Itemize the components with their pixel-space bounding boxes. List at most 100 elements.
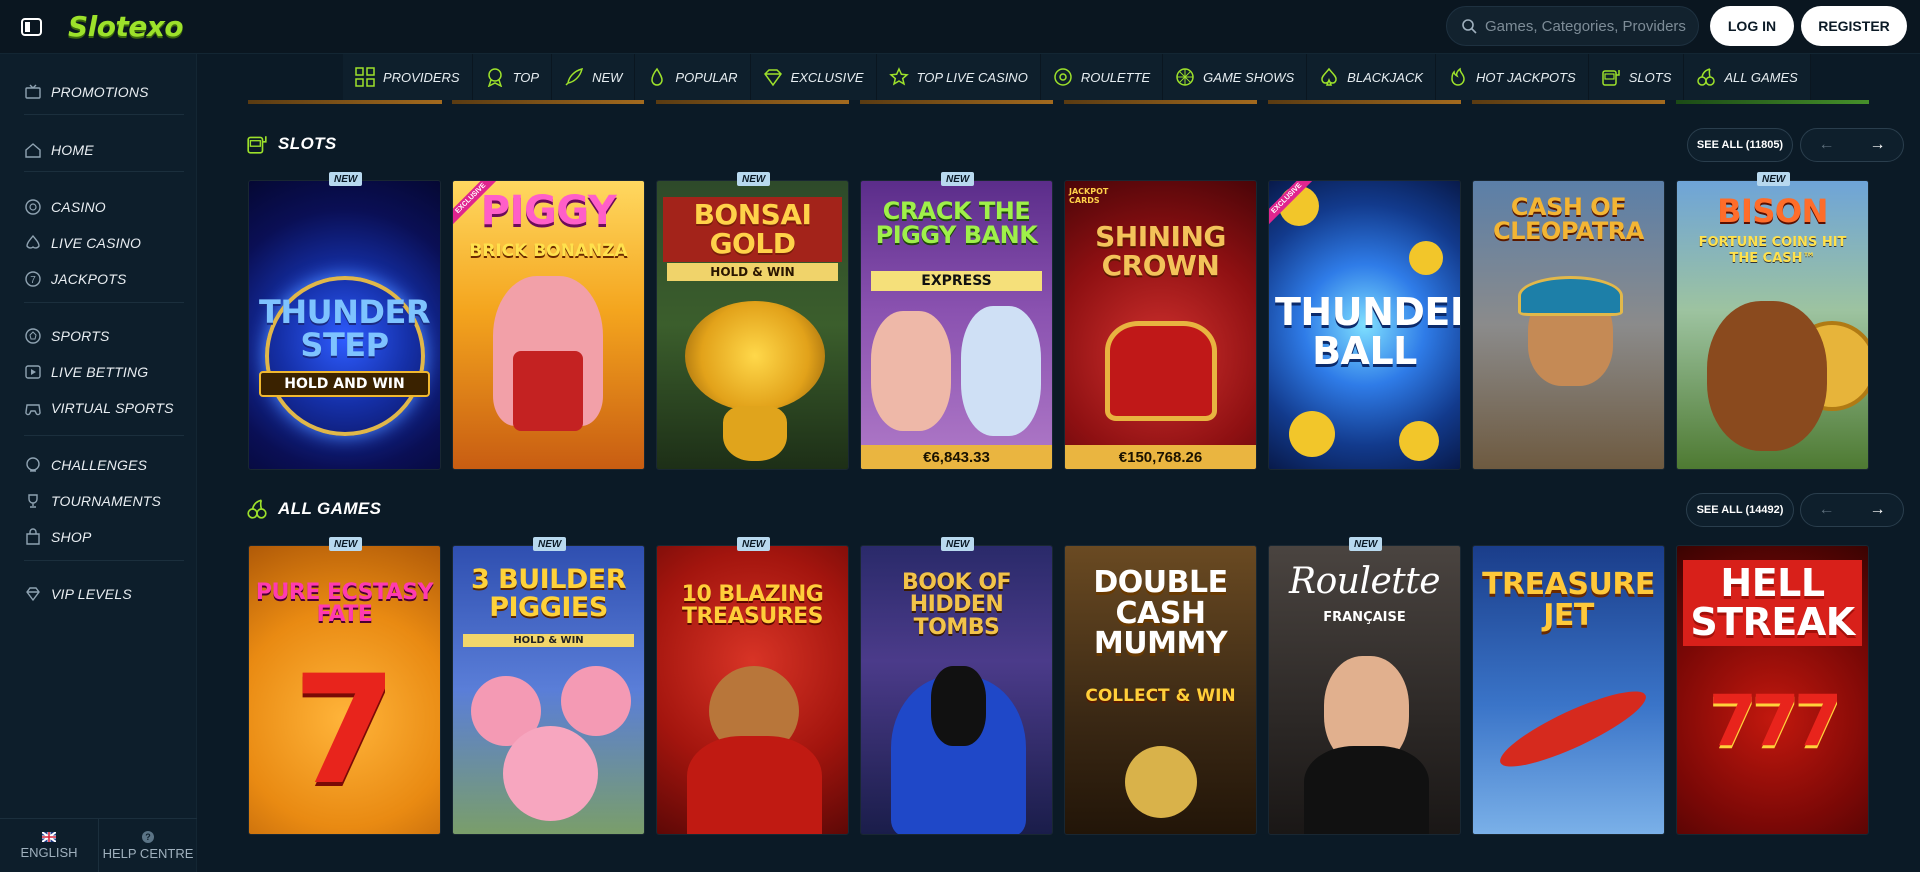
game-tile-pure-ecstasy-fate[interactable]: 7 PURE ECSTASY FATE bbox=[248, 545, 441, 835]
arrow-left-icon[interactable]: ← bbox=[1801, 494, 1852, 526]
game-tile-book-of-hidden-tombs[interactable]: BOOK OF HIDDEN TOMBS bbox=[860, 545, 1053, 835]
game-tile-cash-of-cleopatra[interactable]: CASH OF CLEOPATRA bbox=[1472, 180, 1665, 470]
search-input[interactable] bbox=[1485, 17, 1695, 35]
sidebar-item-label: PROMOTIONS bbox=[51, 84, 149, 100]
sidebar-item-label: SPORTS bbox=[51, 328, 110, 344]
new-badge: NEW bbox=[1349, 537, 1383, 551]
language-selector[interactable]: ENGLISH bbox=[0, 819, 98, 872]
sidebar-item-label: LIVE BETTING bbox=[51, 364, 149, 380]
game-tile-thunder-ball[interactable]: THUNDER BALL EXCLUSIVE bbox=[1268, 180, 1461, 470]
game-title: SHINING CROWN bbox=[1095, 220, 1226, 282]
game-tile-treasure-jet[interactable]: TREASURE JET bbox=[1472, 545, 1665, 835]
tab-game-shows[interactable]: GAME SHOWS bbox=[1163, 54, 1308, 100]
shop-icon bbox=[26, 528, 40, 545]
tab-exclusive[interactable]: EXCLUSIVE bbox=[751, 54, 877, 100]
game-title: DOUBLE CASH MUMMY bbox=[1093, 565, 1228, 662]
game-tile-piggy[interactable]: PIGGY BRICK BONANZA EXCLUSIVE bbox=[452, 180, 645, 470]
game-tile-3-builder-piggies[interactable]: 3 BUILDER PIGGIES HOLD & WIN bbox=[452, 545, 645, 835]
live-casino-icon bbox=[26, 234, 40, 249]
divider bbox=[24, 114, 184, 115]
search-box[interactable] bbox=[1446, 6, 1699, 46]
new-badge: NEW bbox=[941, 537, 975, 551]
crown-decoration bbox=[1105, 321, 1217, 421]
sidebar-item-live-casino[interactable]: LIVE CASINO bbox=[24, 231, 141, 255]
game-subtitle: FORTUNE COINS HIT THE CASH™ bbox=[1698, 235, 1847, 266]
arrow-right-icon[interactable]: → bbox=[1852, 129, 1903, 161]
character-decoration bbox=[961, 306, 1041, 436]
tab-hot-jackpots[interactable]: HOT JACKPOTS bbox=[1436, 54, 1589, 100]
sidebar-item-shop[interactable]: SHOP bbox=[24, 525, 91, 549]
divider bbox=[24, 435, 184, 436]
search-icon bbox=[1462, 19, 1477, 34]
game-tile-roulette-francaise[interactable]: Roulette FRANÇAISE bbox=[1268, 545, 1461, 835]
arrow-left-icon[interactable]: ← bbox=[1801, 129, 1852, 161]
uk-flag-icon bbox=[42, 831, 56, 842]
cherries-icon bbox=[1697, 68, 1716, 86]
game-tile-crack-the-piggy-bank[interactable]: CRACK THE PIGGY BANK EXPRESS €6,843.33 bbox=[860, 180, 1053, 470]
game-title: 10 BLAZING TREASURES bbox=[681, 582, 824, 630]
language-label: ENGLISH bbox=[20, 844, 78, 860]
tab-blackjack[interactable]: BLACKJACK bbox=[1307, 54, 1437, 100]
sidebar-item-promotions[interactable]: PROMOTIONS bbox=[24, 80, 149, 104]
diamond-icon bbox=[763, 69, 782, 87]
tab-label: PROVIDERS bbox=[383, 69, 460, 85]
game-title: BONSAI GOLD bbox=[663, 197, 842, 263]
sidebar-item-virtual-sports[interactable]: VIRTUAL SPORTS bbox=[24, 396, 174, 420]
sidebar-item-home[interactable]: HOME bbox=[24, 138, 94, 162]
tab-top[interactable]: TOP bbox=[473, 54, 553, 100]
game-tile-double-cash-mummy[interactable]: DOUBLE CASH MUMMY COLLECT & WIN bbox=[1064, 545, 1257, 835]
all-games-see-all-button[interactable]: SEE ALL (14492) bbox=[1686, 493, 1794, 527]
wheel-icon bbox=[1176, 68, 1194, 86]
help-icon: ? bbox=[142, 830, 154, 843]
help-centre-link[interactable]: ? HELP CENTRE bbox=[98, 819, 197, 872]
sidebar-item-live-betting[interactable]: LIVE BETTING bbox=[24, 360, 148, 384]
new-badge: NEW bbox=[329, 537, 363, 551]
casino-icon bbox=[25, 199, 41, 215]
tab-providers[interactable]: PROVIDERS bbox=[343, 54, 473, 100]
slots-see-all-button[interactable]: SEE ALL (11805) bbox=[1687, 128, 1793, 162]
tab-slots[interactable]: SLOTS bbox=[1589, 54, 1685, 100]
tab-label: SLOTS bbox=[1628, 69, 1672, 85]
tab-top-live-casino[interactable]: TOP LIVE CASINO bbox=[877, 54, 1041, 100]
tab-popular[interactable]: POPULAR bbox=[635, 54, 751, 100]
pot-decoration bbox=[723, 406, 787, 461]
home-icon bbox=[25, 143, 41, 158]
hot-jackpot-icon bbox=[1451, 67, 1465, 86]
new-badge: NEW bbox=[737, 172, 771, 186]
tab-label: ALL GAMES bbox=[1724, 69, 1798, 85]
game-tile-bonsai-gold[interactable]: BONSAI GOLD HOLD & WIN bbox=[656, 180, 849, 470]
sidebar-toggle-icon[interactable] bbox=[20, 16, 44, 38]
tab-roulette[interactable]: ROULETTE bbox=[1041, 54, 1164, 100]
game-subtitle: COLLECT & WIN bbox=[1085, 686, 1236, 706]
register-button[interactable]: REGISTER bbox=[1801, 6, 1907, 46]
sidebar-item-tournaments[interactable]: TOURNAMENTS bbox=[24, 489, 161, 513]
trophy-icon bbox=[28, 494, 38, 508]
game-subtitle: HOLD AND WIN bbox=[259, 371, 430, 397]
tab-label: HOT JACKPOTS bbox=[1476, 69, 1576, 85]
all-games-section-title: ALL GAMES bbox=[246, 498, 381, 520]
game-tile-thunder-step[interactable]: THUNDER STEP HOLD AND WIN bbox=[248, 180, 441, 470]
game-tile-10-blazing-treasures[interactable]: 10 BLAZING TREASURES bbox=[656, 545, 849, 835]
login-button[interactable]: LOG IN bbox=[1710, 6, 1794, 46]
medal-icon bbox=[487, 68, 502, 87]
game-tile-bison[interactable]: BISON FORTUNE COINS HIT THE CASH™ bbox=[1676, 180, 1869, 470]
tab-label: EXCLUSIVE bbox=[790, 69, 864, 85]
sidebar-item-sports[interactable]: SPORTS bbox=[24, 324, 110, 348]
game-subtitle: JACKPOT CARDS bbox=[1069, 187, 1109, 205]
divider bbox=[24, 302, 184, 303]
tab-new[interactable]: NEW bbox=[552, 54, 636, 100]
sidebar-item-challenges[interactable]: CHALLENGES bbox=[24, 453, 147, 477]
site-logo[interactable]: Slotexo bbox=[68, 10, 184, 43]
sidebar-item-casino[interactable]: CASINO bbox=[24, 195, 106, 219]
sevens-decoration: 777 bbox=[1708, 680, 1842, 762]
game-title: PURE ECSTASY FATE bbox=[255, 580, 434, 628]
sidebar-item-vip-levels[interactable]: VIP LEVELS bbox=[24, 582, 132, 606]
tree-decoration bbox=[685, 301, 825, 411]
game-tile-hell-streak[interactable]: 777 HELL STREAK bbox=[1676, 545, 1869, 835]
tab-all-games[interactable]: ALL GAMES bbox=[1684, 54, 1811, 100]
slot-machine-icon bbox=[247, 136, 267, 154]
cherries-icon bbox=[247, 499, 267, 519]
arrow-right-icon[interactable]: → bbox=[1852, 494, 1903, 526]
game-tile-shining-crown[interactable]: SHINING CROWN JACKPOT CARDS €150,768.26 bbox=[1064, 180, 1257, 470]
sidebar-item-jackpots[interactable]: 7 JACKPOTS bbox=[24, 267, 127, 291]
